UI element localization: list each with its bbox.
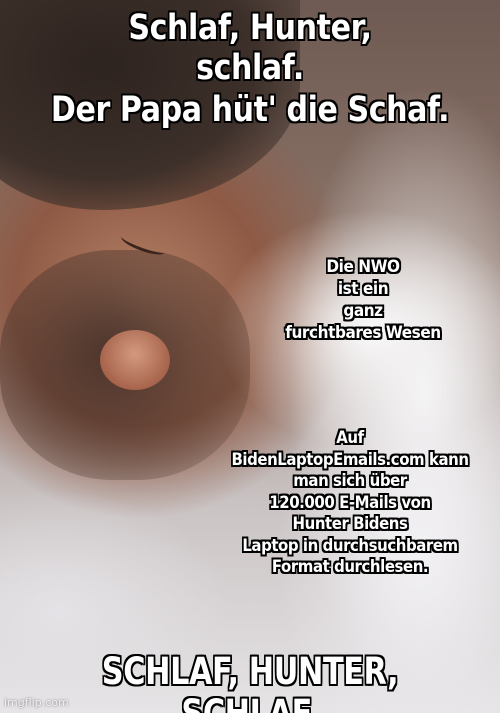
- meme-image: Schlaf, Hunter, schlaf. Der Papa hüt' di…: [0, 0, 500, 713]
- watermark: imgflip.com: [4, 696, 69, 709]
- side-caption-nwo: Die NWO ist ein ganz furchtbares Wesen: [285, 257, 441, 343]
- nose-shape: [100, 330, 170, 390]
- side-caption-laptop: Auf BidenLaptopEmails.com kann man sich …: [231, 428, 469, 577]
- bottom-caption: SCHLAF, HUNTER, SCHLAF.: [101, 650, 399, 713]
- top-caption-1: Schlaf, Hunter, schlaf.: [128, 8, 372, 88]
- top-caption-2: Der Papa hüt' die Schaf.: [50, 90, 450, 130]
